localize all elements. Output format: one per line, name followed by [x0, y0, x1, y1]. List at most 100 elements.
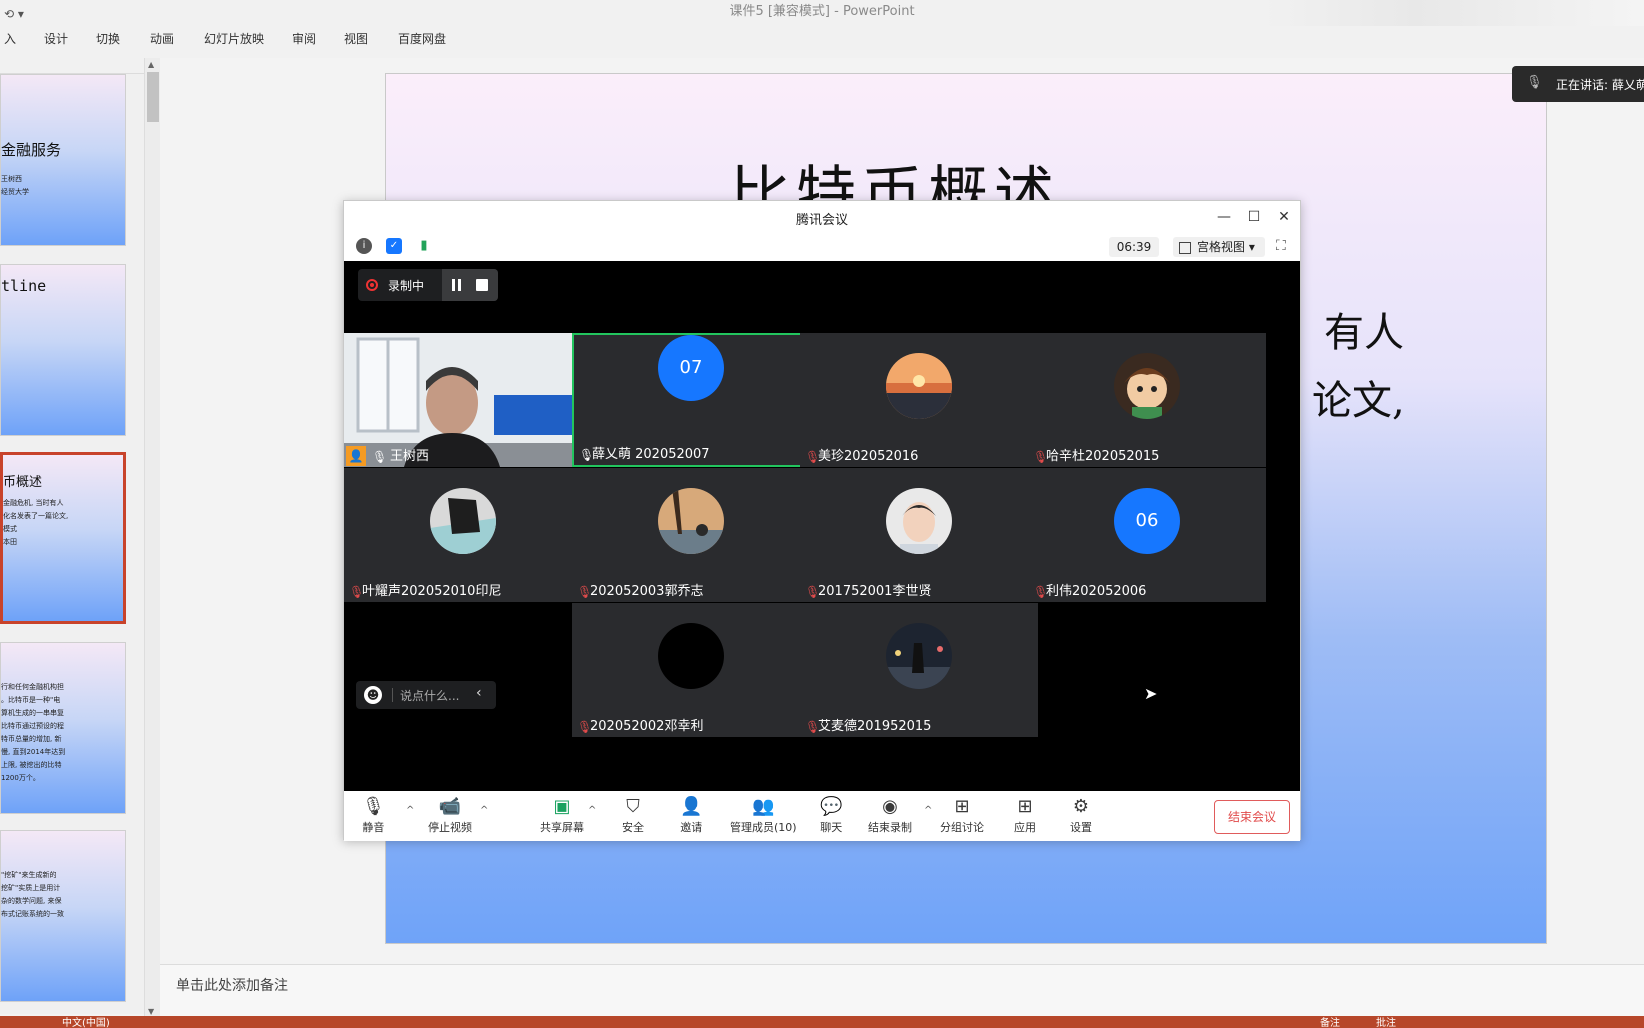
camera-icon: 📹: [438, 796, 462, 817]
tab-animations[interactable]: 动画: [146, 28, 178, 49]
participant-name: 哈辛杜202052015: [1046, 449, 1160, 464]
participant-tile-8[interactable]: 06 🎙 利伟202052006: [1028, 468, 1266, 602]
scroll-up-icon[interactable]: ▲: [148, 60, 154, 69]
participant-name: 美珍202052016: [818, 449, 919, 464]
mouse-cursor-icon: ➤: [1144, 684, 1158, 703]
breakout-rooms-button[interactable]: ⊞ 分组讨论: [940, 795, 984, 835]
participant-tile-5[interactable]: 🎙 叶耀声202052010印尼: [344, 468, 582, 602]
tab-design[interactable]: 设计: [40, 28, 72, 49]
minimize-icon[interactable]: —: [1214, 207, 1234, 227]
info-icon[interactable]: i: [356, 238, 372, 254]
status-comments[interactable]: 批注: [1376, 1014, 1396, 1028]
end-record-label: 结束录制: [868, 821, 912, 834]
slide-text-line-1: 有人: [1324, 310, 1404, 356]
chat-icon: 💬: [820, 796, 843, 817]
chat-placeholder[interactable]: 说点什么...: [400, 687, 459, 704]
chevron-up-icon[interactable]: ^: [588, 805, 596, 816]
participant-tile-3[interactable]: 🎙 美珍202052016: [800, 333, 1038, 467]
notes-pane[interactable]: 单击此处添加备注: [160, 964, 1644, 1016]
grid-view-dropdown[interactable]: 宫格视图 ▾: [1173, 237, 1265, 257]
mic-on-icon: 🎙: [372, 450, 388, 464]
scroll-down-icon[interactable]: ▼: [148, 1007, 154, 1016]
invite-label: 邀请: [680, 821, 703, 834]
chevron-up-icon[interactable]: ^: [924, 805, 932, 816]
chat-quick-input[interactable]: ☻ 说点什么... ‹: [356, 681, 496, 709]
members-label: 管理成员(10): [730, 821, 797, 834]
participant-name: 201752001李世贤: [818, 584, 932, 599]
security-button[interactable]: ⛉ 安全: [622, 795, 644, 835]
emoji-icon[interactable]: ☻: [364, 686, 382, 704]
chat-button[interactable]: 💬 聊天: [820, 795, 842, 835]
recording-dot-icon: [366, 279, 378, 291]
tab-slideshow[interactable]: 幻灯片放映: [200, 28, 268, 49]
participant-tile-9[interactable]: 🎙 202052002邓幸利: [572, 603, 810, 737]
grid-icon: [1179, 242, 1191, 254]
share-screen-button[interactable]: ▣ 共享屏幕: [540, 795, 584, 835]
thumb-text: 王树西 经贸大学: [1, 175, 29, 196]
slide-thumbnail-4[interactable]: 行和任何金融机构担 。比特币是一种"电 算机生成的一串串复 比特币通过预设的程 …: [0, 642, 126, 814]
tab-insert[interactable]: 入: [0, 28, 20, 49]
participant-avatar: [430, 488, 496, 554]
slide-thumbnail-1[interactable]: 金融服务 王树西 经贸大学: [0, 74, 126, 246]
close-icon[interactable]: ✕: [1274, 207, 1294, 227]
slide-thumbnail-5[interactable]: "挖矿"来生成新的 挖矿"实质上是用计 杂的数学问题, 来保 布式记账系统的一致: [0, 830, 126, 1002]
slide-thumbnail-3-selected[interactable]: 币概述 金融危机, 当时有人 化名发表了一篇论文, 模式 本田: [0, 452, 126, 624]
participant-avatar: 06: [1114, 488, 1180, 554]
settings-button[interactable]: ⚙ 设置: [1070, 795, 1092, 835]
slide-thumbnail-2[interactable]: tline: [0, 264, 126, 436]
add-user-icon: 👤: [680, 796, 703, 817]
pause-icon[interactable]: [442, 269, 470, 301]
apps-label: 应用: [1014, 821, 1036, 834]
tab-view[interactable]: 视图: [340, 28, 372, 49]
recording-controls: [442, 269, 498, 301]
participant-avatar: 07: [658, 335, 724, 401]
quick-access-icon[interactable]: ⟲ ▾: [4, 2, 24, 26]
shield-icon[interactable]: ✓: [386, 238, 402, 254]
end-recording-button[interactable]: ◉ 结束录制: [868, 795, 912, 835]
thumb-text: 金融危机, 当时有人 化名发表了一篇论文, 模式 本田: [3, 499, 69, 546]
collapse-chevron-icon[interactable]: ‹: [476, 685, 482, 701]
participant-name: 叶耀声202052010印尼: [362, 584, 502, 599]
scrollbar-thumb[interactable]: [147, 72, 159, 122]
meeting-titlebar[interactable]: 腾讯会议 — ☐ ✕: [344, 201, 1300, 233]
view-mode-label: 宫格视图: [1197, 240, 1246, 254]
stop-video-button[interactable]: 📹 停止视频: [428, 795, 472, 835]
language-status[interactable]: 中文(中国): [62, 1014, 110, 1028]
fullscreen-icon[interactable]: ⛶: [1276, 238, 1286, 254]
end-meeting-button[interactable]: 结束会议: [1214, 800, 1290, 834]
status-bar: 中文(中国) 备注 批注: [0, 1016, 1644, 1028]
tab-transitions[interactable]: 切换: [92, 28, 124, 49]
window-title: 课件5 [兼容模式] - PowerPoint: [729, 4, 915, 19]
apps-button[interactable]: ⊞ 应用: [1014, 795, 1036, 835]
participant-tile-10[interactable]: 🎙 艾麦德201952015: [800, 603, 1038, 737]
participant-tile-1[interactable]: 👤 🎙 王树西: [344, 333, 582, 467]
participant-name: 202052002邓幸利: [590, 719, 704, 734]
tab-review[interactable]: 审阅: [288, 28, 320, 49]
invite-button[interactable]: 👤 邀请: [680, 795, 702, 835]
status-notes[interactable]: 备注: [1320, 1014, 1340, 1028]
participant-tile-4[interactable]: 🎙 哈辛杜202052015: [1028, 333, 1266, 467]
participant-avatar: [658, 488, 724, 554]
apps-icon: ⊞: [1017, 796, 1033, 817]
participant-avatar: [886, 623, 952, 689]
share-screen-icon: ▣: [553, 796, 571, 817]
tab-baidu-netdisk[interactable]: 百度网盘: [394, 28, 450, 49]
participant-tile-6[interactable]: 🎙 202052003郭乔志: [572, 468, 810, 602]
maximize-icon[interactable]: ☐: [1244, 207, 1264, 227]
breakout-label: 分组讨论: [940, 821, 984, 834]
recording-bar: 录制中: [358, 269, 498, 301]
mute-button[interactable]: 🎙 静音: [362, 795, 385, 835]
mute-label: 静音: [362, 821, 385, 834]
participant-name: 薛乂萌 202052007: [592, 447, 710, 462]
participant-name: 王树西: [390, 449, 430, 464]
signal-icon[interactable]: ▮: [416, 238, 432, 254]
stop-icon[interactable]: [476, 279, 488, 291]
manage-members-button[interactable]: 👥 管理成员(10): [730, 795, 797, 835]
chevron-up-icon[interactable]: ^: [480, 805, 488, 816]
thumbnail-scrollbar[interactable]: ▲ ▼: [144, 58, 160, 1016]
chevron-up-icon[interactable]: ^: [406, 805, 414, 816]
participant-tile-7[interactable]: 🎙 201752001李世贤: [800, 468, 1038, 602]
meeting-toolbar: 🎙 静音 ^ 📹 停止视频 ^ ▣ 共享屏幕 ^ ⛉ 安全 👤 邀请 👥 管理成员(10) …: [344, 791, 1300, 841]
thumb-title: 币概述: [3, 475, 43, 490]
participant-tile-2-active[interactable]: 07 🎙 薛乂萌 202052007: [572, 333, 810, 467]
